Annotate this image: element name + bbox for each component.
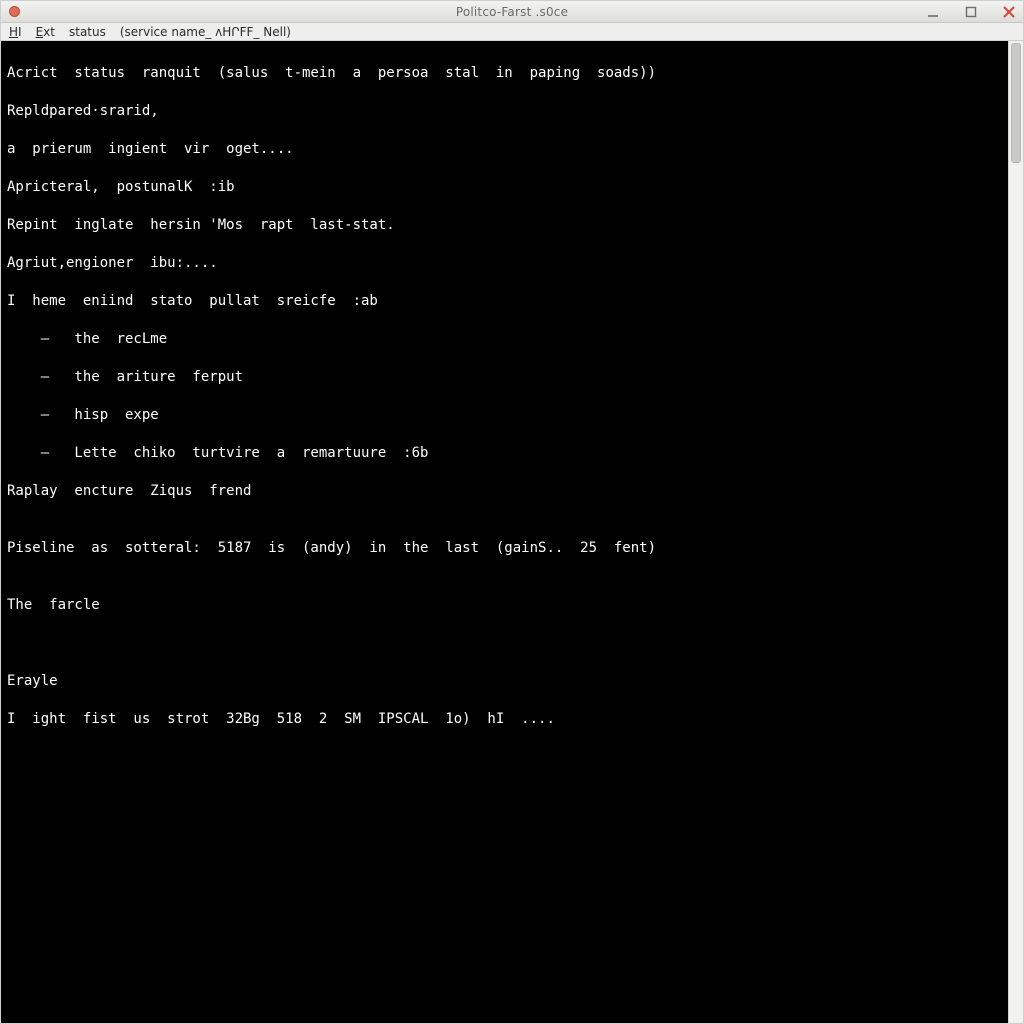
menu-item-hi[interactable]: HI (9, 23, 22, 41)
terminal-line: — the recLme (7, 330, 1002, 349)
minimize-icon (926, 5, 940, 19)
minimize-button[interactable] (925, 4, 941, 20)
menubar: HI Ext status (service name_ ᴧHՐFF_ Nell… (1, 23, 1023, 41)
terminal[interactable]: Acrict status ranquit (salus t-mein a pe… (1, 41, 1008, 1023)
window-title: Politco-Farst .s0ce (456, 5, 568, 19)
terminal-line: Erayle (7, 672, 1002, 691)
terminal-line: — the ariture ferput (7, 368, 1002, 387)
terminal-line: I heme eniind stato pullat sreicfe :ab (7, 292, 1002, 311)
titlebar[interactable]: Politco-Farst .s0ce (1, 1, 1023, 23)
terminal-line: Agriut,engioner ibu:.... (7, 254, 1002, 273)
menu-item-ext[interactable]: Ext (36, 23, 55, 41)
traffic-lights (9, 6, 20, 17)
terminal-line: Piseline as sotteral: 5187 is (andy) in … (7, 539, 1002, 558)
terminal-line: Acrict status ranquit (salus t-mein a pe… (7, 64, 1002, 83)
terminal-line: Raplay encture Ziqus frend (7, 482, 1002, 501)
terminal-line: Apricteral, postunalK :ib (7, 178, 1002, 197)
terminal-line: I ight fist us strot 32Bg 518 2 SM IPSCA… (7, 710, 1002, 729)
terminal-line: — hisp expe (7, 406, 1002, 425)
close-button[interactable] (1001, 4, 1017, 20)
close-icon (1002, 5, 1016, 19)
terminal-line: Repldpared·srarid, (7, 102, 1002, 121)
app-window: Politco-Farst .s0ce HI Ext s (0, 0, 1024, 1024)
window-controls (925, 4, 1017, 20)
terminal-line: a prierum ingient vir oget.... (7, 140, 1002, 159)
maximize-button[interactable] (963, 4, 979, 20)
vertical-scrollbar[interactable] (1008, 41, 1023, 1023)
terminal-wrap: Acrict status ranquit (salus t-mein a pe… (1, 41, 1023, 1023)
close-dot-icon[interactable] (9, 6, 20, 17)
terminal-line: — Lette chiko turtvire a remartuure :6b (7, 444, 1002, 463)
menu-paren-text: (service name_ ᴧHՐFF_ Nell) (120, 25, 291, 39)
maximize-icon (964, 5, 978, 19)
terminal-line: The farcle (7, 596, 1002, 615)
scrollbar-thumb[interactable] (1011, 43, 1021, 163)
menu-item-status[interactable]: status (69, 23, 106, 41)
terminal-line: Repint inglate hersin 'Mos rapt last-sta… (7, 216, 1002, 235)
